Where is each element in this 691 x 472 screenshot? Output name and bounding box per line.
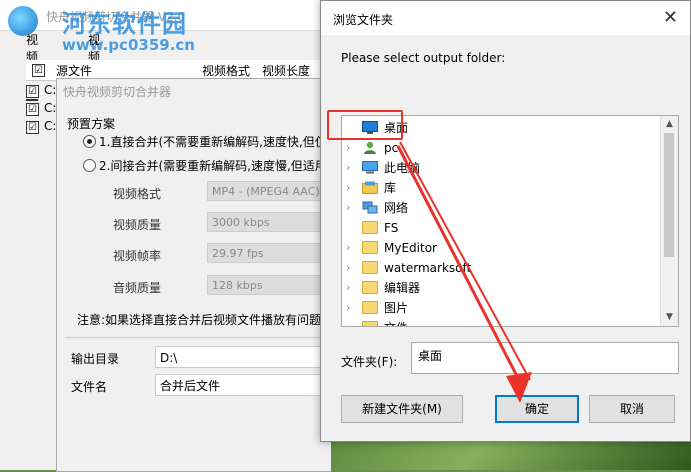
video-format-select[interactable]: MP4 - (MPEG4 AAC) M <box>207 181 327 201</box>
chevron-right-icon[interactable]: › <box>346 298 350 318</box>
scroll-up-icon[interactable]: ▲ <box>661 116 678 133</box>
tree-item-label: watermarksoft <box>384 261 472 275</box>
browse-folder-dialog: 浏览文件夹 ✕ Please select output folder: 桌面 … <box>320 0 691 442</box>
chevron-right-icon[interactable]: › <box>346 138 350 158</box>
network-icon <box>362 201 378 214</box>
column-video-format[interactable]: 视频格式 <box>202 62 250 79</box>
inner-dialog-title: 快舟视频剪切合并器 <box>63 85 172 99</box>
app-window: 快舟视频剪切合并器 V2.0 河东软件园 www.pc0359.cn 视频剪切 … <box>0 0 331 472</box>
video-format-label: 视频格式 <box>113 187 162 201</box>
chevron-right-icon[interactable]: › <box>346 278 350 298</box>
indirect-merge-radio[interactable] <box>83 159 96 172</box>
output-section: 输出目录 D:\ 文件名 合并后文件 <box>65 337 331 396</box>
file-name-input[interactable]: 合并后文件 <box>155 374 331 396</box>
dialog-title: 浏览文件夹 <box>333 13 394 27</box>
scroll-down-icon[interactable]: ▼ <box>661 309 678 326</box>
file-name-label: 文件名 <box>71 380 108 394</box>
output-dir-label: 输出目录 <box>71 352 120 366</box>
folder-field-label: 文件夹(F): <box>341 355 398 369</box>
direct-merge-label[interactable]: 1.直接合并(不需要重新编解码,速度快,但仅 <box>99 133 327 150</box>
preset-group-label: 预置方案 <box>67 117 116 131</box>
folder-icon <box>362 261 378 274</box>
row-label: C: <box>44 101 57 115</box>
folder-icon <box>362 321 378 326</box>
tree-item-network[interactable]: › 网络 <box>342 198 662 218</box>
output-dir-input[interactable]: D:\ <box>155 346 331 368</box>
tree-item-pictures[interactable]: › 图片 <box>342 298 662 318</box>
app-title: 快舟视频剪切合并器 V2.0 <box>46 10 186 24</box>
tree-item-watermarksoft[interactable]: › watermarksoft <box>342 258 662 278</box>
audio-quality-select[interactable]: 128 kbps <box>207 275 327 295</box>
merge-settings-dialog: 快舟视频剪切合并器 预置方案 1.直接合并(不需要重新编解码,速度快,但仅 2.… <box>56 78 331 472</box>
video-quality-select[interactable]: 3000 kbps <box>207 212 327 232</box>
chevron-right-icon[interactable]: › <box>346 258 350 278</box>
chevron-right-icon[interactable]: › <box>346 178 350 198</box>
dialog-title-bar: 浏览文件夹 ✕ <box>321 1 690 35</box>
tree-item-label: 此电脑 <box>384 161 421 175</box>
chevron-right-icon[interactable]: › <box>346 158 350 178</box>
direct-merge-radio[interactable] <box>83 135 96 148</box>
folder-input[interactable]: 桌面 <box>411 342 679 374</box>
tree-item-files[interactable]: › 文件 <box>342 318 662 326</box>
user-icon <box>364 141 376 154</box>
tree-item-label: FS <box>384 221 399 235</box>
row-checkbox[interactable]: ☑ <box>26 85 39 98</box>
video-framerate-select[interactable]: 29.97 fps <box>207 243 327 263</box>
chevron-right-icon[interactable]: › <box>346 198 350 218</box>
tree-item-label: 文件 <box>384 318 408 326</box>
new-folder-button[interactable]: 新建文件夹(M) <box>341 395 463 423</box>
cancel-button[interactable]: 取消 <box>589 395 675 423</box>
scroll-thumb[interactable] <box>664 133 674 257</box>
tree-item-library[interactable]: › 库 <box>342 178 662 198</box>
watermark-line2: www.pc0359.cn <box>62 36 195 54</box>
tree-item-label: MyEditor <box>384 241 437 255</box>
row-checkbox[interactable]: ☑ <box>26 121 39 134</box>
tree-item-label: pc <box>384 141 399 155</box>
folder-icon <box>362 241 378 254</box>
tree-item-label: 编辑器 <box>384 281 421 295</box>
column-source-file[interactable]: 源文件 <box>56 62 92 79</box>
tree-item-pc[interactable]: › pc <box>342 138 662 158</box>
tree-item-label: 库 <box>384 181 397 195</box>
annotation-highlight-box <box>327 110 403 140</box>
dialog-prompt: Please select output folder: <box>341 51 506 65</box>
folder-icon <box>362 301 378 314</box>
tree-item-label: 图片 <box>384 301 409 315</box>
tree-item-label: 网络 <box>384 201 409 215</box>
library-icon <box>362 181 378 194</box>
tree-item-fs[interactable]: FS <box>342 218 662 238</box>
app-title-bar: 快舟视频剪切合并器 V2.0 <box>0 0 330 31</box>
row-checkbox[interactable]: ☑ <box>26 103 39 116</box>
video-framerate-label: 视频帧率 <box>113 249 162 263</box>
merge-note: 注意:如果选择直接合并后视频文件播放有问题 <box>77 313 322 327</box>
tree-item-this-pc[interactable]: › 此电脑 <box>342 158 662 178</box>
chevron-right-icon[interactable]: › <box>346 318 350 326</box>
row-label: C: <box>44 83 57 97</box>
video-quality-label: 视频质量 <box>113 218 162 232</box>
tree-scrollbar[interactable]: ▲ ▼ <box>660 116 678 326</box>
close-icon[interactable]: ✕ <box>663 7 678 28</box>
chevron-right-icon[interactable]: › <box>346 238 350 258</box>
audio-quality-label: 音频质量 <box>113 281 162 295</box>
tree-item-myeditor[interactable]: › MyEditor <box>342 238 662 258</box>
select-all-checkbox[interactable]: ☑ <box>32 64 45 77</box>
computer-icon <box>362 161 378 174</box>
folder-icon <box>362 221 378 234</box>
row-label: C: <box>44 119 57 133</box>
column-video-length[interactable]: 视频长度 <box>262 62 310 79</box>
folder-tree[interactable]: 桌面 › pc › 此电脑 › 库 › 网络 FS › MyEditor › w… <box>341 115 679 327</box>
ok-button[interactable]: 确定 <box>495 395 579 423</box>
list-item[interactable]: ☑ C: <box>26 118 56 136</box>
indirect-merge-label[interactable]: 2.间接合并(需要重新编解码,速度慢,但适用 <box>99 157 327 174</box>
folder-icon <box>362 281 378 294</box>
tree-item-editor[interactable]: › 编辑器 <box>342 278 662 298</box>
list-item[interactable]: ☑ C: <box>26 100 56 118</box>
list-item[interactable]: ☑ C: <box>26 82 56 100</box>
